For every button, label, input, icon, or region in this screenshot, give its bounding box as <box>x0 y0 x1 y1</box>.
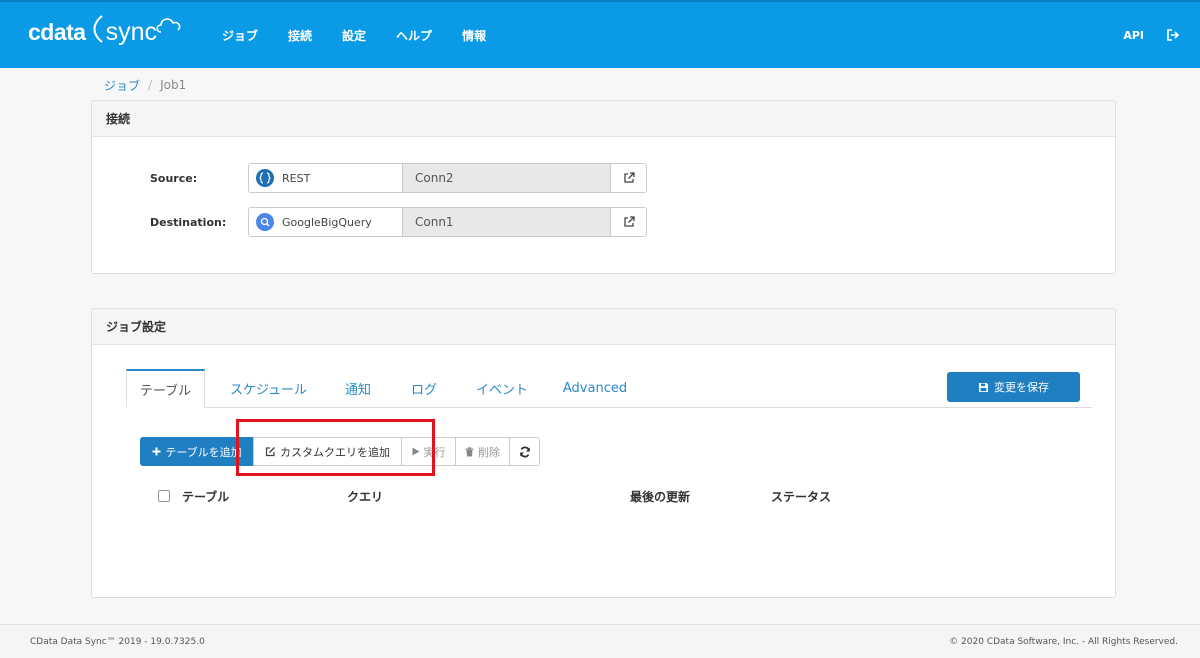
column-header-last-updated: 最後の更新 <box>630 490 691 504</box>
source-label: Source: <box>150 171 198 185</box>
connections-panel: 接続 Source: REST Conn2 Destination: Googl… <box>91 100 1116 274</box>
main-menu: ジョブ 接続 設定 ヘルプ 情報 <box>222 2 516 68</box>
destination-type-label: GoogleBigQuery <box>282 215 372 229</box>
breadcrumb-current: Job1 <box>160 78 187 92</box>
logo-separator <box>90 14 104 50</box>
footer-version: CData Data Sync™ 2019 - 19.0.7325.0 <box>30 636 205 647</box>
footer-copyright: © 2020 CData Software, Inc. - All Rights… <box>949 636 1178 647</box>
external-link-icon <box>623 172 635 183</box>
source-type: REST <box>249 164 403 192</box>
floppy-disk-icon <box>979 382 988 392</box>
plus-icon <box>152 447 161 456</box>
delete-button[interactable]: 削除 <box>455 437 510 466</box>
logout-icon[interactable] <box>1166 28 1180 42</box>
tab-advanced[interactable]: Advanced <box>540 369 650 407</box>
nav-right: API <box>1123 2 1180 68</box>
run-button[interactable]: 実行 <box>401 437 456 466</box>
nav-item-jobs[interactable]: ジョブ <box>222 27 258 44</box>
nav-item-help[interactable]: ヘルプ <box>396 27 432 44</box>
refresh-icon <box>519 446 530 457</box>
table-header-row: テーブル クエリ 最後の更新 ステータス <box>158 486 1058 506</box>
nav-item-connections[interactable]: 接続 <box>288 27 312 44</box>
cdata-sync-logo[interactable]: cdata sync <box>28 12 183 52</box>
breadcrumb-jobs-link[interactable]: ジョブ <box>104 77 140 94</box>
column-header-query: クエリ <box>347 490 384 504</box>
tab-schedule[interactable]: スケジュール <box>205 369 332 407</box>
destination-label: Destination: <box>150 215 227 229</box>
column-header-status: ステータス <box>771 490 832 504</box>
bigquery-icon <box>256 213 274 231</box>
destination-open-button[interactable] <box>611 208 646 236</box>
logo-sync-text: sync <box>105 17 157 46</box>
job-settings-panel: ジョブ設定 テーブル スケジュール 通知 ログ イベント Advanced 変更… <box>91 308 1116 598</box>
column-header-table: テーブル <box>182 490 230 504</box>
nav-item-settings[interactable]: 設定 <box>342 27 366 44</box>
destination-connection-name[interactable]: Conn1 <box>403 208 611 236</box>
add-custom-query-button[interactable]: カスタムクエリを追加 <box>253 437 402 466</box>
rest-icon <box>256 169 274 187</box>
source-connection-group: REST Conn2 <box>248 163 647 193</box>
source-type-label: REST <box>282 171 311 185</box>
tab-events[interactable]: イベント <box>464 369 540 407</box>
external-link-icon <box>623 216 635 227</box>
source-row: Source: REST Conn2 <box>150 163 647 193</box>
footer: CData Data Sync™ 2019 - 19.0.7325.0 © 20… <box>0 624 1200 658</box>
top-navbar: cdata sync ジョブ 接続 設定 ヘルプ 情報 API <box>0 0 1200 68</box>
logo-cdata-text: cdata <box>28 18 86 45</box>
add-custom-query-label: カスタムクエリを追加 <box>280 445 390 459</box>
job-settings-panel-title: ジョブ設定 <box>92 309 1115 345</box>
save-changes-button[interactable]: 変更を保存 <box>947 372 1080 402</box>
table-toolbar: テーブルを追加 カスタムクエリを追加 実行 削除 <box>140 437 540 466</box>
tab-tables[interactable]: テーブル <box>126 369 205 408</box>
cloud-icon <box>156 18 181 33</box>
api-link[interactable]: API <box>1123 29 1144 42</box>
refresh-button[interactable] <box>509 437 540 466</box>
delete-label: 削除 <box>478 445 500 459</box>
connections-panel-title: 接続 <box>92 101 1115 137</box>
add-table-label: テーブルを追加 <box>165 445 242 459</box>
destination-connection-group: GoogleBigQuery Conn1 <box>248 207 647 237</box>
destination-row: Destination: GoogleBigQuery Conn1 <box>150 207 647 237</box>
nav-item-info[interactable]: 情報 <box>462 27 486 44</box>
edit-icon <box>265 447 275 457</box>
breadcrumb-separator: / <box>148 78 153 92</box>
add-table-button[interactable]: テーブルを追加 <box>140 437 254 466</box>
breadcrumb: ジョブ / Job1 <box>104 76 186 94</box>
save-changes-label: 変更を保存 <box>994 381 1049 394</box>
tab-log[interactable]: ログ <box>384 369 464 407</box>
play-icon <box>412 447 419 456</box>
run-label: 実行 <box>423 445 446 459</box>
tab-notification[interactable]: 通知 <box>332 369 384 407</box>
destination-type: GoogleBigQuery <box>249 208 403 236</box>
select-all-checkbox[interactable] <box>158 490 170 502</box>
trash-icon <box>465 446 474 456</box>
source-connection-name[interactable]: Conn2 <box>403 164 611 192</box>
source-open-button[interactable] <box>611 164 646 192</box>
